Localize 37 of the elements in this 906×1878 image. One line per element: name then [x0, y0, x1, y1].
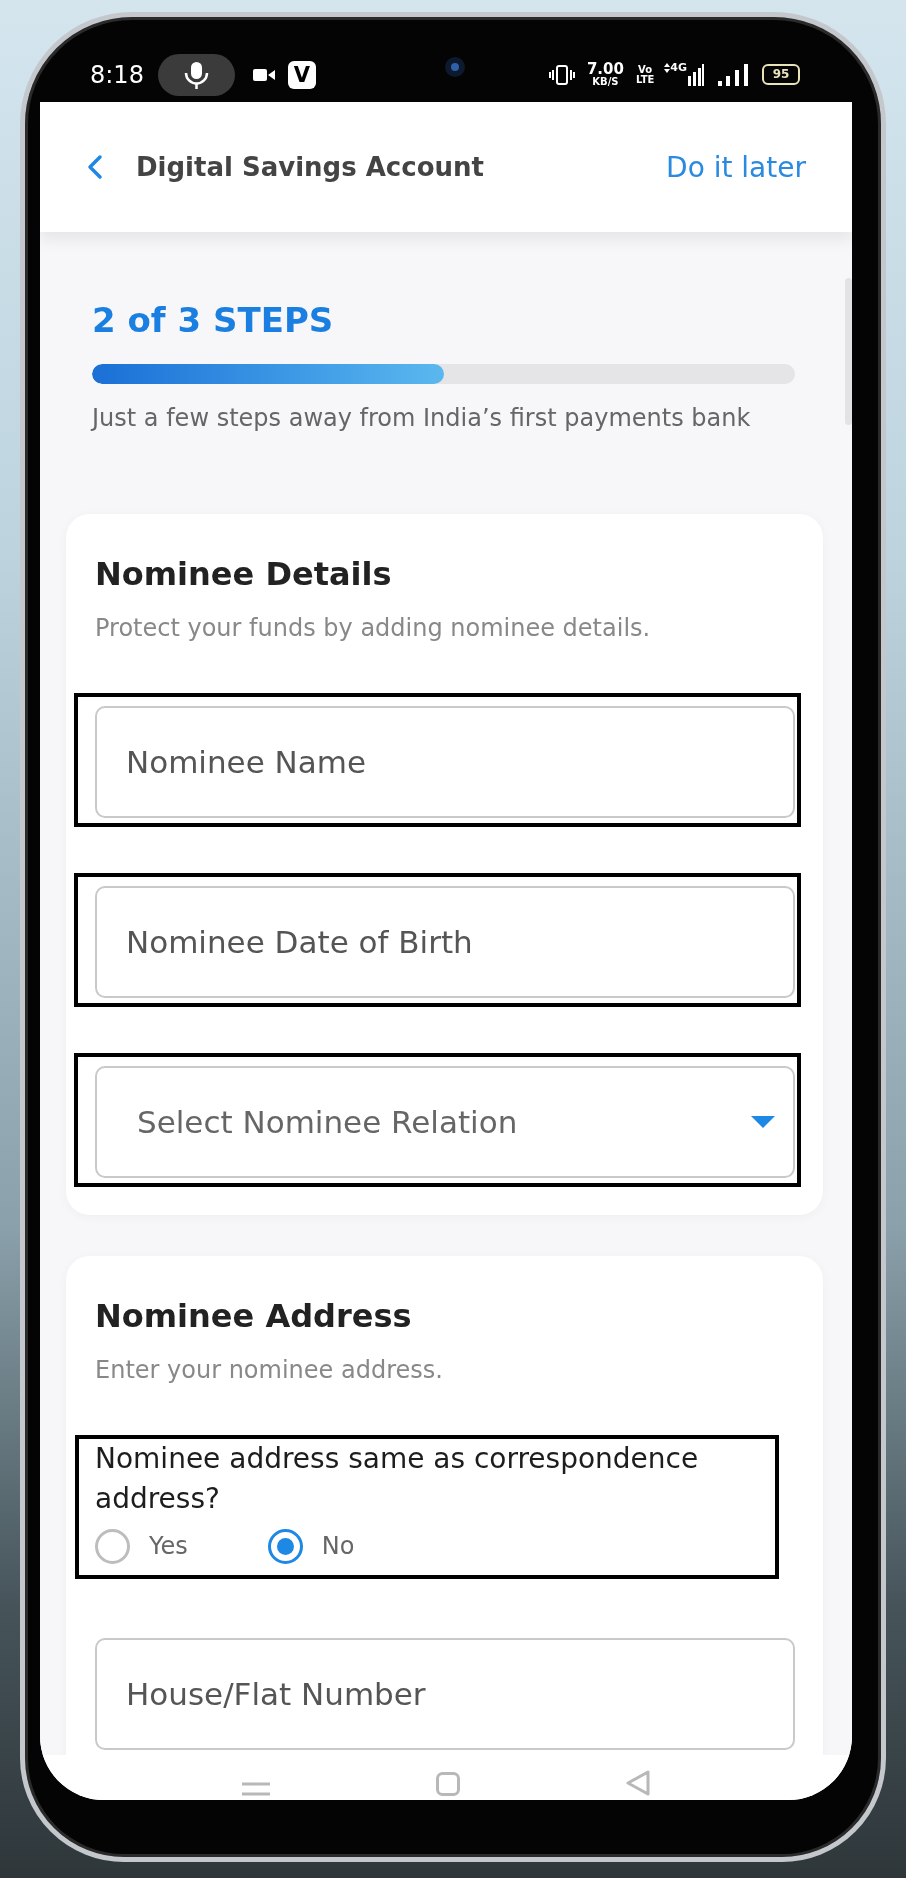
vibrate-icon [548, 63, 575, 86]
input-field[interactable]: Nominee Name [95, 706, 795, 818]
volte-label: LTE [635, 74, 655, 85]
back-icon[interactable] [626, 1770, 650, 1796]
menu-icon[interactable] [242, 1782, 270, 1796]
question-text: Nominee address same as correspondence address? [95, 1441, 700, 1517]
section-title: Nominee Address [95, 1296, 413, 1336]
video-camera-icon [252, 67, 275, 82]
progress-caption: Just a few steps away from India’s first payments bank [92, 403, 752, 433]
network-type: 4G [670, 62, 687, 74]
volte-label: Vo [638, 64, 653, 75]
radio-label[interactable]: No [321, 1532, 355, 1560]
radio-button[interactable] [95, 1528, 130, 1564]
home-icon[interactable] [436, 1772, 460, 1796]
dropdown-field[interactable]: Select Nominee Relation [95, 1066, 795, 1178]
speed-unit: KB/S [592, 77, 619, 87]
section-description: Enter your nominee address. [95, 1355, 444, 1385]
back-icon[interactable] [87, 154, 103, 180]
microphone-icon [157, 53, 235, 96]
camera-lens-icon [445, 56, 466, 77]
screen-title: Digital Savings Account [136, 152, 484, 182]
signal-icon [718, 63, 748, 86]
input-field[interactable]: Nominee Date of Birth [95, 886, 795, 998]
battery-indicator: 95 [762, 64, 800, 85]
input-field[interactable]: House/Flat Number [95, 1638, 795, 1750]
status-time: 8:18 [90, 59, 144, 90]
data-arrows-icon [664, 63, 671, 73]
section-description: Protect your funds by adding nominee details. [95, 613, 652, 643]
caret-icon [751, 1116, 775, 1128]
section-title: Nominee Details [95, 554, 393, 594]
app-badge: V [287, 60, 316, 89]
radio-label[interactable]: Yes [149, 1532, 188, 1560]
network-speed: 7.00 [586, 62, 624, 77]
step-counter: 2 of 3 STEPS [92, 300, 335, 340]
do-it-later-link[interactable]: Do it later [666, 150, 806, 184]
signal-icon [688, 63, 704, 86]
radio-button[interactable] [267, 1528, 303, 1564]
